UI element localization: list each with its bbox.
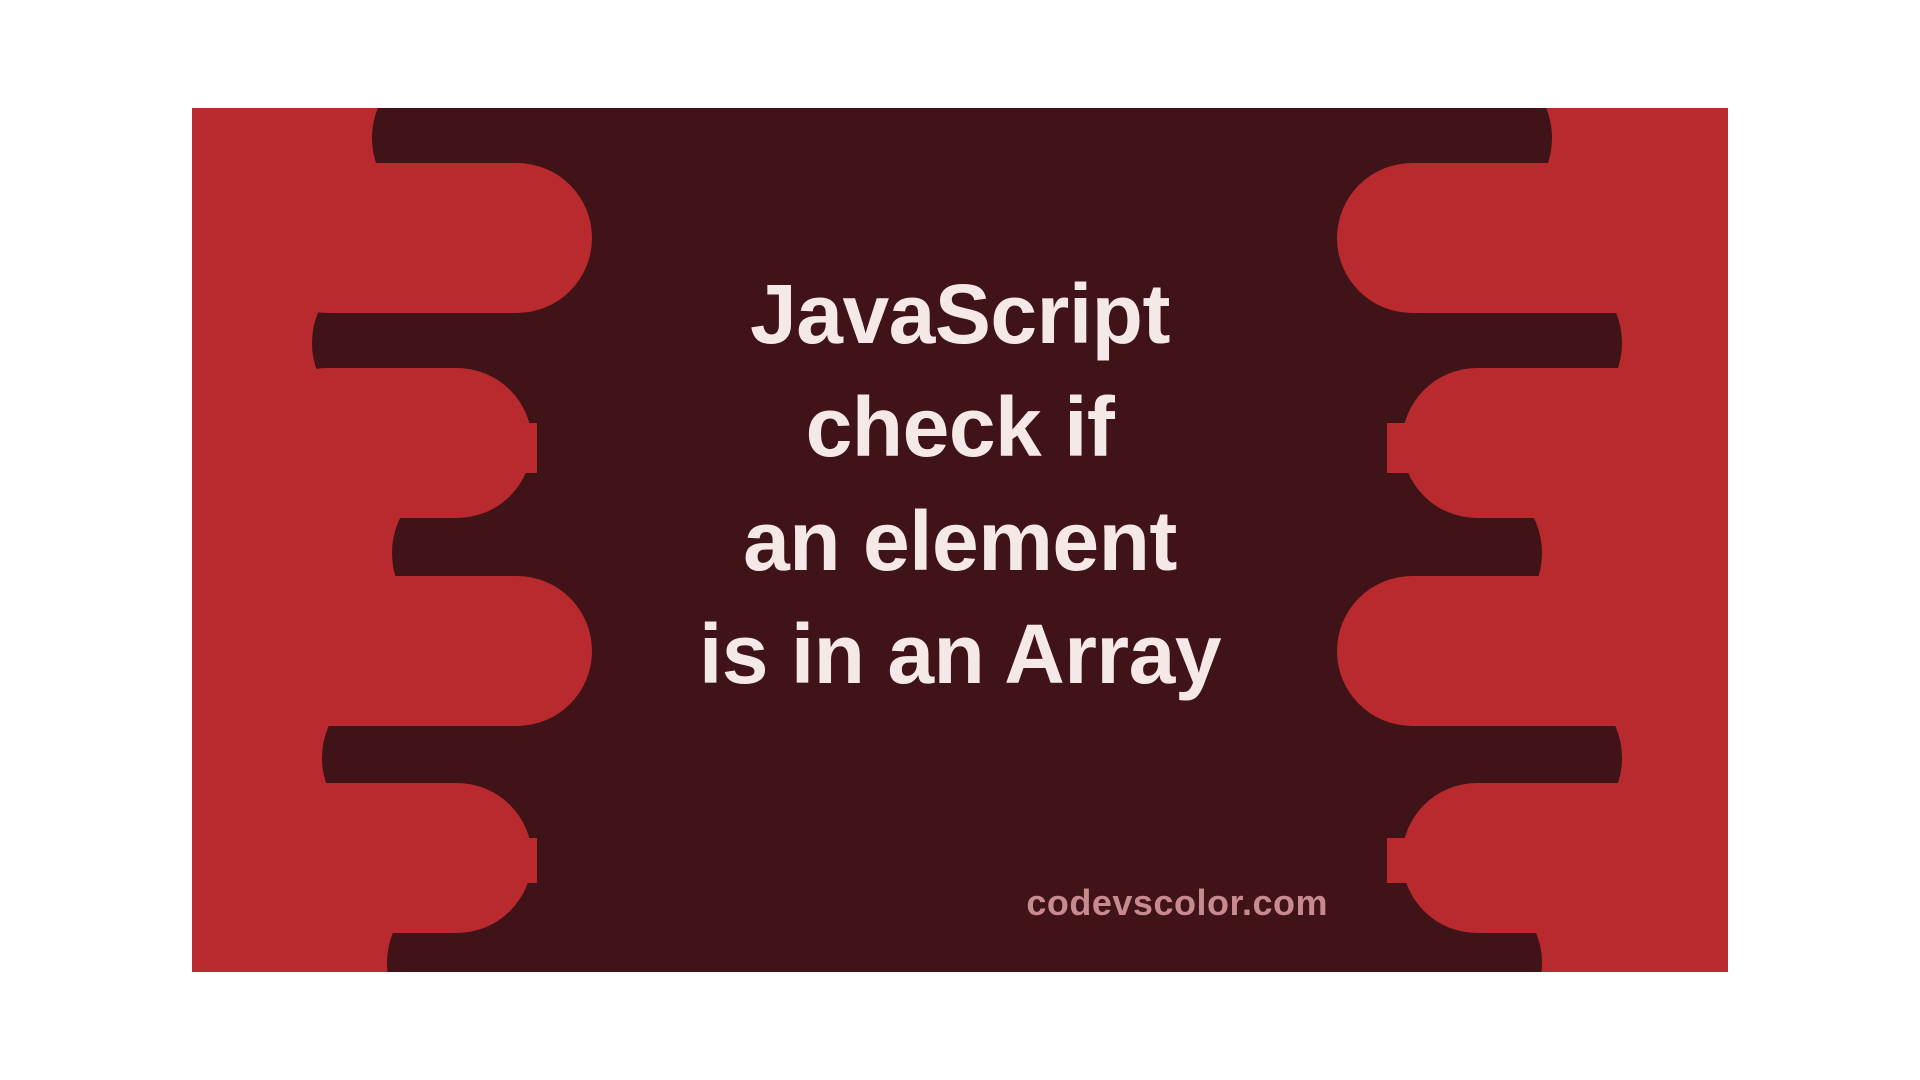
- title-line: JavaScript: [192, 258, 1728, 371]
- graphic-banner: JavaScript check if an element is in an …: [192, 108, 1728, 972]
- blob-notch: [1402, 783, 1728, 933]
- title-container: JavaScript check if an element is in an …: [192, 258, 1728, 712]
- title-line: an element: [192, 485, 1728, 598]
- title-line: check if: [192, 371, 1728, 484]
- banner-title: JavaScript check if an element is in an …: [192, 258, 1728, 712]
- site-credit: codevscolor.com: [1026, 882, 1328, 924]
- title-line: is in an Array: [192, 598, 1728, 711]
- blob-notch: [252, 783, 532, 933]
